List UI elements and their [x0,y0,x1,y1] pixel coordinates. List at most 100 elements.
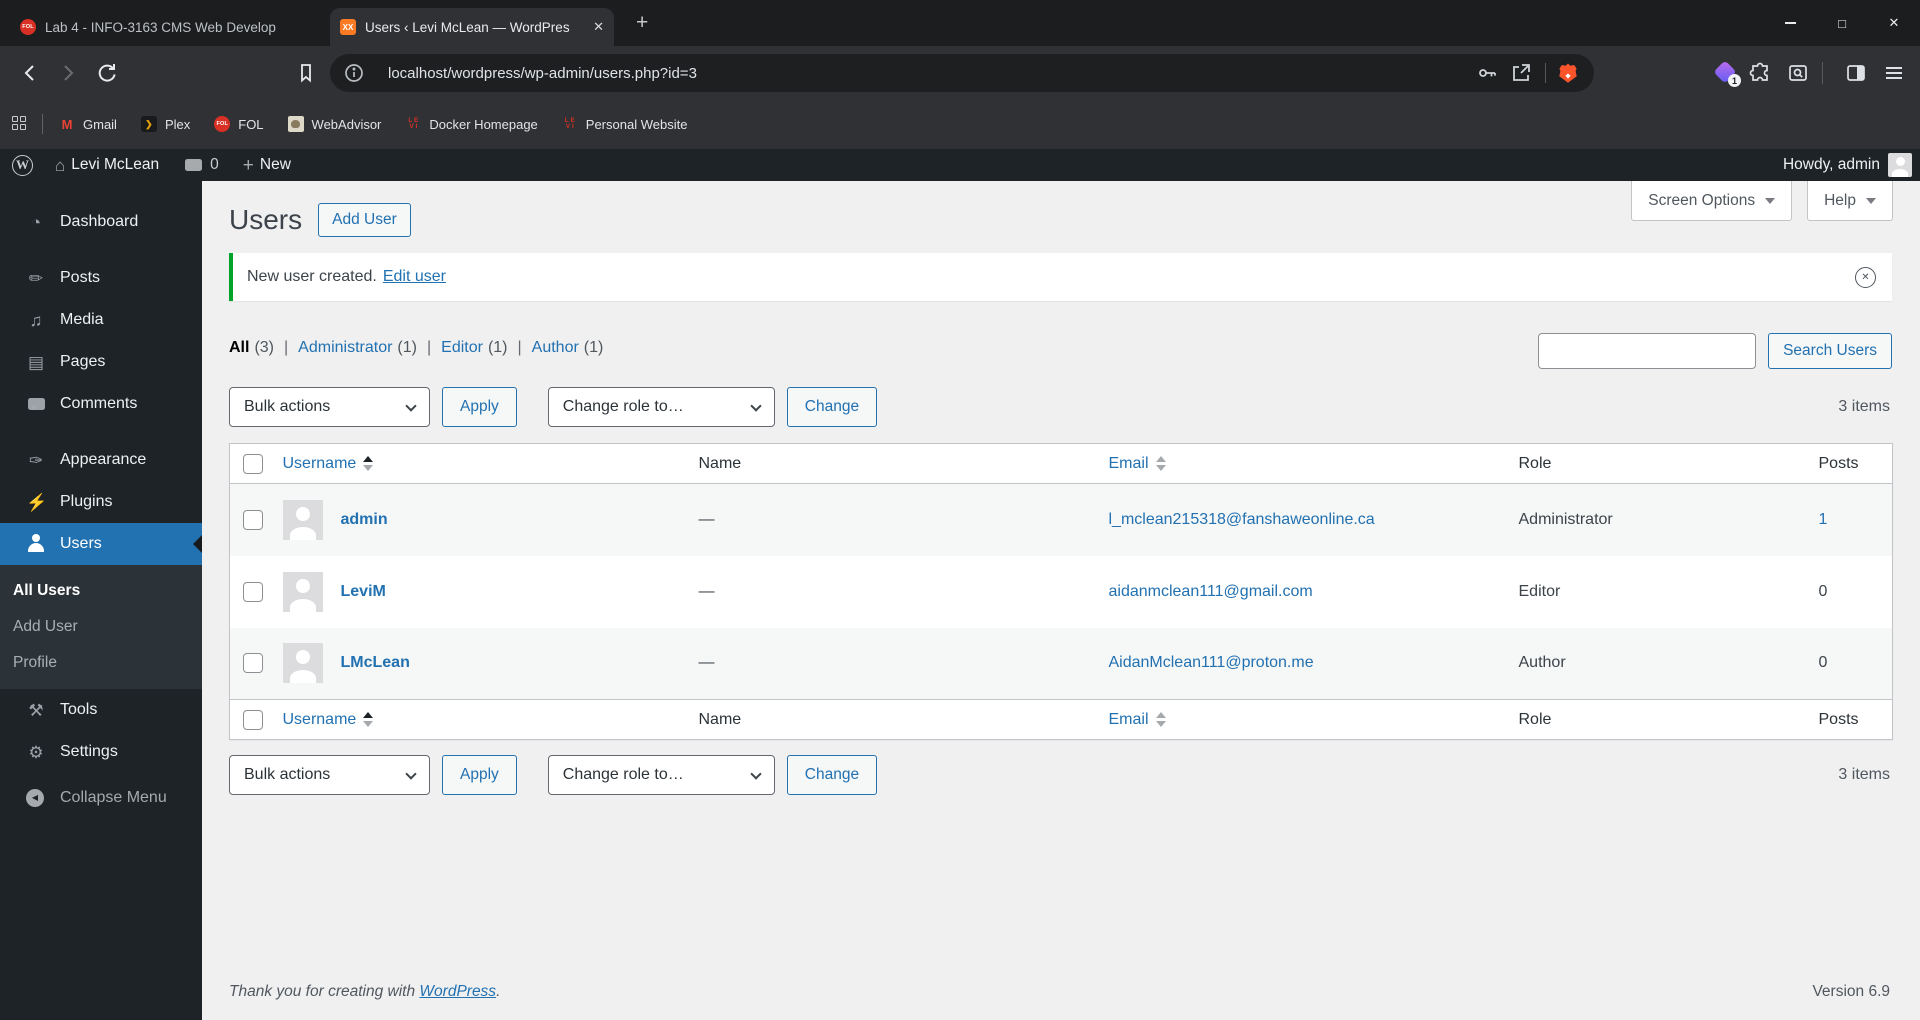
tab-lab4[interactable]: FOL Lab 4 - INFO-3163 CMS Web Develop [10,8,308,46]
help-button[interactable]: Help [1807,181,1893,221]
password-key-icon[interactable] [1475,61,1499,85]
forward-icon[interactable] [56,61,80,85]
settings-icon: ⚙ [28,742,44,762]
table-nav-bottom: Bulk actions Apply Change role to… Chang… [229,755,878,795]
bookmark-fol[interactable]: FOL FOL [214,116,264,132]
avatar [282,643,323,684]
brave-rewards-icon[interactable]: 1 [1713,60,1741,87]
back-icon[interactable] [18,61,42,85]
row-checkbox[interactable] [243,581,263,602]
comments-bubble-icon [185,159,203,171]
sort-email[interactable]: Email [1109,711,1149,728]
bookmark-gmail[interactable]: M Gmail [59,116,117,132]
sort-username[interactable]: Username [283,455,357,472]
screen-options-button[interactable]: Screen Options [1631,181,1793,221]
url-text[interactable]: localhost/wordpress/wp-admin/users.php?i… [388,65,1475,82]
table-row: admin — l_mclean215318@fanshaweonline.ca… [229,483,1893,556]
change-button[interactable]: Change [786,755,878,795]
sidebar-item-pages[interactable]: ▤ Pages [0,341,202,383]
search-panel-icon[interactable] [1786,61,1810,85]
apply-button[interactable]: Apply [442,755,517,795]
submenu-add-user[interactable]: Add User [0,609,202,645]
change-button[interactable]: Change [786,387,878,427]
sidebar-item-tools[interactable]: ⚒ Tools [0,689,202,731]
add-user-button[interactable]: Add User [318,203,411,237]
maximize-button[interactable]: □ [1816,0,1868,46]
window-controls: □ ✕ [1764,0,1920,46]
bookmark-webadvisor[interactable]: WebAdvisor [287,116,381,132]
apps-grid-icon[interactable] [12,116,28,132]
sidebar-item-comments[interactable]: Comments [0,383,202,425]
howdy-admin[interactable]: Howdy, admin [1783,156,1880,174]
sidebar-item-users[interactable]: Users [0,523,202,565]
close-button[interactable]: ✕ [1868,0,1920,46]
change-role-label: Change role to… [562,766,684,783]
extensions-puzzle-icon[interactable] [1748,61,1772,85]
posts-count-link[interactable]: 1 [1819,511,1828,528]
row-checkbox[interactable] [243,509,263,530]
apply-button[interactable]: Apply [442,387,517,427]
username-link[interactable]: LeviM [341,583,386,601]
site-info-icon[interactable] [342,61,366,85]
sidebar-item-plugins[interactable]: ⚡ Plugins [0,481,202,523]
submenu-all-users[interactable]: All Users [0,573,202,609]
bookmark-personal-website[interactable]: L EV I Personal Website [562,116,688,132]
sort-username[interactable]: Username [283,711,357,728]
tab-title: Users ‹ Levi McLean — WordPres [365,19,570,35]
bulk-actions-select[interactable]: Bulk actions [229,755,430,795]
address-bar[interactable]: localhost/wordpress/wp-admin/users.php?i… [330,54,1594,92]
sidebar-toggle-icon[interactable] [1844,61,1868,85]
search-users-input[interactable] [1538,333,1757,369]
dismiss-notice-icon[interactable]: ✕ [1855,266,1876,288]
change-role-select[interactable]: Change role to… [547,387,775,427]
username-link[interactable]: LMcLean [341,654,410,672]
wordpress-logo-icon[interactable]: W [12,154,33,176]
wordpress-link[interactable]: WordPress [419,983,496,1000]
sidebar-item-posts[interactable]: ✏ Posts [0,257,202,299]
menu-hamburger-icon[interactable] [1882,61,1906,85]
chevron-down-icon [1866,197,1876,204]
submenu-profile[interactable]: Profile [0,645,202,681]
brave-shields-icon[interactable] [1556,61,1580,85]
filter-all[interactable]: All [229,339,249,357]
sidebar-item-collapse-menu[interactable]: ◀ Collapse Menu [0,777,202,819]
avatar[interactable] [1888,153,1912,177]
row-checkbox[interactable] [243,653,263,674]
email-link[interactable]: AidanMclean111@proton.me [1109,654,1314,671]
admin-bar-site-name[interactable]: ⌂ Levi McLean [55,156,159,174]
change-role-select[interactable]: Change role to… [547,755,775,795]
filter-author[interactable]: Author [532,339,579,357]
email-link[interactable]: l_mclean215318@fanshaweonline.ca [1109,511,1375,528]
bookmarks-panel-icon[interactable] [294,61,318,85]
plex-icon: ❯ [140,116,157,132]
avatar [282,571,323,612]
sidebar-item-media[interactable]: ♫ Media [0,299,202,341]
sidebar-item-settings[interactable]: ⚙ Settings [0,731,202,773]
share-icon[interactable] [1509,61,1533,85]
sidebar-item-appearance[interactable]: ✑ Appearance [0,439,202,481]
filter-administrator[interactable]: Administrator [298,339,392,357]
edit-user-link[interactable]: Edit user [383,268,446,286]
tab-users-wordpress[interactable]: XX Users ‹ Levi McLean — WordPres ✕ [330,8,614,46]
select-all-checkbox[interactable] [243,453,263,474]
reload-icon[interactable] [95,61,119,85]
admin-bar-new[interactable]: + New [243,156,291,175]
username-link[interactable]: admin [341,511,388,529]
search-users-button[interactable]: Search Users [1768,333,1892,369]
new-tab-button[interactable]: + [636,12,648,34]
bookmark-plex[interactable]: ❯ Plex [140,116,190,132]
sidebar-item-dashboard[interactable]: ◔ Dashboard [0,201,202,243]
sort-email[interactable]: Email [1109,455,1149,472]
email-link[interactable]: aidanmclean111@gmail.com [1109,583,1313,600]
tab-close-icon[interactable]: ✕ [593,19,604,35]
filter-count: (3) [254,339,275,356]
filter-editor[interactable]: Editor [441,339,483,357]
bulk-actions-select[interactable]: Bulk actions [229,387,430,427]
posts-count: 0 [1818,627,1893,700]
bookmark-docker-homepage[interactable]: L EV I Docker Homepage [405,116,537,132]
pages-icon: ▤ [27,352,45,372]
admin-bar-comments[interactable]: 0 [185,156,219,174]
minimize-button[interactable] [1764,0,1816,46]
gmail-icon: M [61,116,73,132]
select-all-checkbox[interactable] [243,709,263,730]
